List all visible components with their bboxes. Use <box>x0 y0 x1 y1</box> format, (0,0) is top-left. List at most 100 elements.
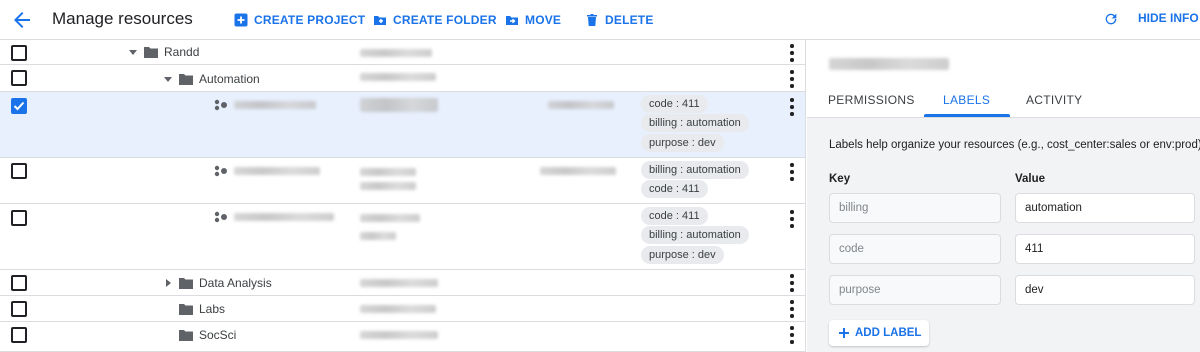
redacted-id <box>360 279 438 287</box>
row-checkbox[interactable] <box>11 210 27 226</box>
label-chip: billing : automation <box>641 226 749 244</box>
more-vert-icon[interactable] <box>788 299 796 319</box>
resource-name: Randd <box>164 45 200 59</box>
move-button[interactable]: MOVE <box>505 11 561 29</box>
back-arrow-icon[interactable] <box>10 8 34 32</box>
toolbar: Manage resources CREATE PROJECT CREATE F… <box>0 0 1200 40</box>
labels-tab-content: Labels help organize your resources (e.g… <box>807 118 1200 352</box>
more-vert-icon[interactable] <box>788 209 796 229</box>
caret-right-icon[interactable] <box>163 278 173 288</box>
create-project-label: CREATE PROJECT <box>254 13 366 27</box>
table-row[interactable]: Randd <box>0 40 805 65</box>
label-key-field[interactable]: code <box>829 234 1001 264</box>
label-key-field[interactable]: purpose <box>829 275 1001 305</box>
resource-table: Randd Automation code : 411 billing : au… <box>0 40 806 352</box>
redacted-project-name <box>234 213 334 221</box>
row-checkbox[interactable] <box>11 70 27 86</box>
table-row[interactable]: Labs <box>0 296 805 322</box>
more-vert-icon[interactable] <box>788 69 796 89</box>
row-checkbox[interactable] <box>11 301 27 317</box>
label-chip: billing : automation <box>641 114 749 132</box>
label-chip: code : 411 <box>641 95 708 113</box>
move-label: MOVE <box>525 13 562 27</box>
create-folder-button[interactable]: CREATE FOLDER <box>373 11 497 29</box>
table-row[interactable]: SocSci <box>0 322 805 352</box>
label-chip: purpose : dev <box>641 246 724 264</box>
tree-node: Data Analysis <box>163 276 272 290</box>
more-vert-icon[interactable] <box>788 97 796 117</box>
redacted-panel-title <box>829 58 949 70</box>
active-tab-indicator <box>924 114 1010 117</box>
label-value-field[interactable]: 411 <box>1015 234 1195 264</box>
project-icon <box>214 99 227 111</box>
resource-name: Automation <box>199 72 260 86</box>
key-column-header: Key <box>829 173 851 185</box>
caret-down-icon[interactable] <box>128 47 138 57</box>
row-checkbox[interactable] <box>11 275 27 291</box>
row-checkbox[interactable] <box>11 163 27 179</box>
create-folder-label: CREATE FOLDER <box>393 13 497 27</box>
tab-labels[interactable]: LABELS <box>943 93 990 107</box>
redacted-id <box>360 98 438 112</box>
refresh-icon[interactable] <box>1103 11 1119 27</box>
more-vert-icon[interactable] <box>788 162 796 182</box>
move-folder-icon <box>506 16 518 25</box>
resource-name: Labs <box>199 302 226 316</box>
tree-node <box>214 165 320 177</box>
tab-activity[interactable]: ACTIVITY <box>1026 93 1082 107</box>
page-title: Manage resources <box>52 9 193 28</box>
more-vert-icon[interactable] <box>788 325 796 345</box>
redacted-project-name <box>234 167 320 175</box>
label-chip: purpose : dev <box>641 134 724 152</box>
tree-node: Automation <box>163 72 260 86</box>
create-project-button[interactable]: CREATE PROJECT <box>234 11 365 29</box>
more-vert-icon[interactable] <box>788 43 796 63</box>
redacted-id <box>360 305 436 313</box>
add-label-text: ADD LABEL <box>855 327 922 339</box>
redacted-id <box>360 232 396 240</box>
delete-label: DELETE <box>605 13 654 27</box>
delete-button[interactable]: DELETE <box>585 11 654 29</box>
label-value-field[interactable]: dev <box>1015 275 1195 305</box>
caret-down-icon[interactable] <box>163 74 173 84</box>
resource-name: Data Analysis <box>199 276 272 290</box>
project-icon <box>214 165 227 177</box>
tree-node <box>214 99 316 111</box>
tree-node <box>214 211 334 223</box>
row-checkbox[interactable] <box>11 45 27 61</box>
folder-icon <box>179 303 193 315</box>
tab-permissions[interactable]: PERMISSIONS <box>828 93 915 107</box>
redacted-id <box>360 168 416 176</box>
redacted-id <box>360 214 420 222</box>
label-value-field[interactable]: automation <box>1015 193 1195 223</box>
hide-info-panel-button[interactable]: HIDE INFO P <box>1138 11 1200 25</box>
table-row[interactable]: billing : automation code : 411 <box>0 158 805 204</box>
add-label-button[interactable]: ADD LABEL <box>829 320 930 346</box>
row-checkbox[interactable] <box>11 327 27 343</box>
folder-icon <box>179 329 193 341</box>
project-icon <box>214 211 227 223</box>
add-box-icon <box>234 13 248 27</box>
check-icon <box>13 101 25 111</box>
more-vert-icon[interactable] <box>788 273 796 293</box>
table-row[interactable]: Data Analysis <box>0 270 805 296</box>
tree-node: SocSci <box>179 328 236 342</box>
redacted-id <box>360 73 436 81</box>
row-checkbox-checked[interactable] <box>11 98 27 114</box>
resource-name: SocSci <box>199 328 237 342</box>
table-row[interactable]: Automation <box>0 65 805 92</box>
label-chip: code : 411 <box>641 207 708 225</box>
redacted-number <box>540 167 616 175</box>
redacted-number <box>548 101 614 109</box>
labels-help-text: Labels help organize your resources (e.g… <box>829 139 1200 151</box>
folder-icon <box>179 277 193 289</box>
label-chip: code : 411 <box>641 180 708 198</box>
redacted-id <box>360 49 432 57</box>
table-row[interactable]: code : 411 billing : automation purpose … <box>0 204 805 270</box>
redacted-id <box>360 331 438 339</box>
label-key-field[interactable]: billing <box>829 193 1001 223</box>
label-chip: billing : automation <box>641 161 749 179</box>
tree-node: Randd <box>128 45 199 59</box>
redacted-project-name <box>234 101 316 109</box>
table-row-selected[interactable]: code : 411 billing : automation purpose … <box>0 92 805 158</box>
